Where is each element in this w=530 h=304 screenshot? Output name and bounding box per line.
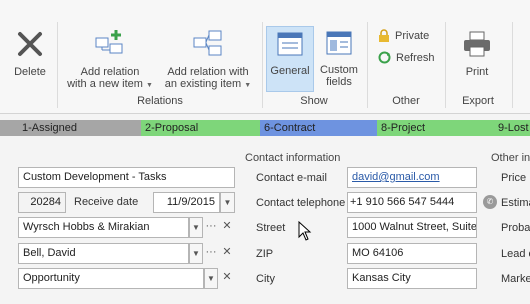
chevron-down-icon: ▼	[223, 198, 232, 207]
street-input[interactable]: 1000 Walnut Street, Suite	[347, 217, 477, 238]
city-input[interactable]: Kansas City	[347, 268, 477, 289]
street-label: Street	[256, 222, 286, 234]
stage-label: 1-Assigned	[22, 122, 78, 134]
subject-input[interactable]: Custom Development - Tasks	[18, 167, 235, 188]
export-group-label: Export	[462, 95, 494, 107]
lock-icon	[379, 29, 389, 42]
separator	[57, 22, 58, 108]
other-group-label: Other	[392, 95, 420, 107]
chevron-down-icon: ▼	[145, 82, 153, 89]
lead-label: Lead c	[501, 248, 530, 260]
contact-email-input[interactable]: david@gmail.com	[347, 167, 477, 188]
chevron-down-icon: ▼	[192, 249, 200, 258]
printer-icon	[464, 31, 490, 57]
separator	[512, 22, 513, 108]
show-group-label: Show	[300, 95, 328, 107]
person-clear-button[interactable]: ✕	[220, 243, 234, 264]
mouse-cursor-icon	[298, 221, 312, 241]
general-view-button[interactable]: General	[266, 26, 314, 92]
delete-button[interactable]: Delete	[8, 28, 52, 88]
stage-proposal[interactable]: 2-Proposal	[141, 120, 260, 136]
stage-label: 8-Project	[381, 122, 426, 134]
company-clear-button[interactable]: ✕	[220, 217, 234, 238]
custom-fields-label-2: fields	[326, 76, 352, 88]
probability-label: Probab	[501, 222, 530, 234]
city-label: City	[256, 273, 275, 285]
chevron-down-icon: ▼	[192, 223, 200, 232]
stage-contract[interactable]: 6-Contract	[260, 120, 377, 136]
company-dropdown-button[interactable]: ▼	[189, 217, 203, 238]
refresh-label: Refresh	[396, 51, 435, 64]
stage-label: 9-Lost	[498, 122, 529, 134]
add-relation-new-button[interactable]: Add relation with a new item ▼	[62, 28, 158, 92]
close-icon: ✕	[222, 271, 232, 283]
general-label: General	[270, 65, 310, 77]
delete-x-icon	[18, 32, 42, 56]
person-more-button[interactable]: ···	[204, 243, 218, 264]
chevron-down-icon: ▼	[207, 274, 215, 283]
date-dropdown-button[interactable]: ▼	[220, 192, 235, 213]
separator	[367, 22, 368, 108]
add-relation-new-label-2: with a new item	[67, 78, 143, 90]
add-relation-existing-label-2: an existing item	[164, 78, 242, 90]
receive-date-label: Receive date	[74, 196, 139, 208]
type-input[interactable]: Opportunity	[18, 268, 204, 289]
zip-label: ZIP	[256, 248, 274, 260]
contact-telephone-input[interactable]: +1 910 566 547 5444	[347, 192, 477, 213]
stage-assigned[interactable]: 1-Assigned	[0, 120, 141, 136]
delete-label: Delete	[14, 66, 46, 78]
add-relation-new-icon	[95, 30, 123, 54]
other-info-header: Other info	[491, 152, 530, 164]
add-relation-new-label-row: with a new item ▼	[62, 78, 158, 92]
type-clear-button[interactable]: ✕	[220, 268, 234, 289]
person-dropdown-button[interactable]: ▼	[189, 243, 203, 264]
person-input[interactable]: Bell, David	[18, 243, 189, 264]
print-button[interactable]: Print	[452, 28, 502, 88]
add-relation-existing-button[interactable]: Add relation with an existing item ▼	[160, 28, 256, 92]
contact-email-link[interactable]: david@gmail.com	[352, 171, 440, 183]
zip-input[interactable]: MO 64106	[347, 243, 477, 264]
ribbon: Delete Add relation with a new item ▼ Ad…	[0, 0, 530, 114]
estimate-label: Estima	[501, 197, 530, 209]
general-form-icon	[277, 32, 303, 56]
stage-label: 6-Contract	[264, 122, 316, 134]
receive-date-input[interactable]: 11/9/2015	[153, 192, 220, 213]
company-more-button[interactable]: ···	[204, 217, 218, 238]
add-relation-existing-label-row: an existing item ▼	[160, 78, 256, 92]
close-icon: ✕	[222, 246, 232, 258]
chevron-down-icon: ▼	[244, 82, 252, 89]
private-label: Private	[395, 29, 430, 42]
stage-label: 2-Proposal	[145, 122, 199, 134]
stage-bar: 1-Assigned 2-Proposal 6-Contract 8-Proje…	[0, 120, 530, 136]
contact-email-label: Contact e-mail	[256, 172, 327, 184]
relations-group-label: Relations	[137, 95, 183, 107]
contact-telephone-label: Contact telephone	[256, 197, 346, 209]
company-input[interactable]: Wyrsch Hobbs & Mirakian	[18, 217, 189, 238]
contact-info-header: Contact information	[245, 152, 341, 164]
close-icon: ✕	[222, 220, 232, 232]
add-relation-existing-icon	[193, 30, 222, 56]
number-field: 20284	[18, 192, 66, 213]
stage-project[interactable]: 8-Project	[377, 120, 494, 136]
refresh-button[interactable]: Refresh	[378, 51, 435, 64]
type-dropdown-button[interactable]: ▼	[204, 268, 218, 289]
refresh-icon	[378, 51, 391, 64]
print-label: Print	[465, 66, 489, 78]
separator	[262, 22, 263, 108]
phone-call-icon[interactable]: ✆	[483, 195, 497, 209]
separator	[445, 22, 446, 108]
market-label: Marke	[501, 273, 530, 285]
custom-fields-icon	[326, 31, 352, 55]
price-label: Price	[501, 172, 527, 184]
custom-fields-button[interactable]: Custom fields	[316, 26, 362, 92]
private-button[interactable]: Private	[378, 29, 429, 42]
stage-lost[interactable]: 9-Lost	[494, 120, 530, 136]
